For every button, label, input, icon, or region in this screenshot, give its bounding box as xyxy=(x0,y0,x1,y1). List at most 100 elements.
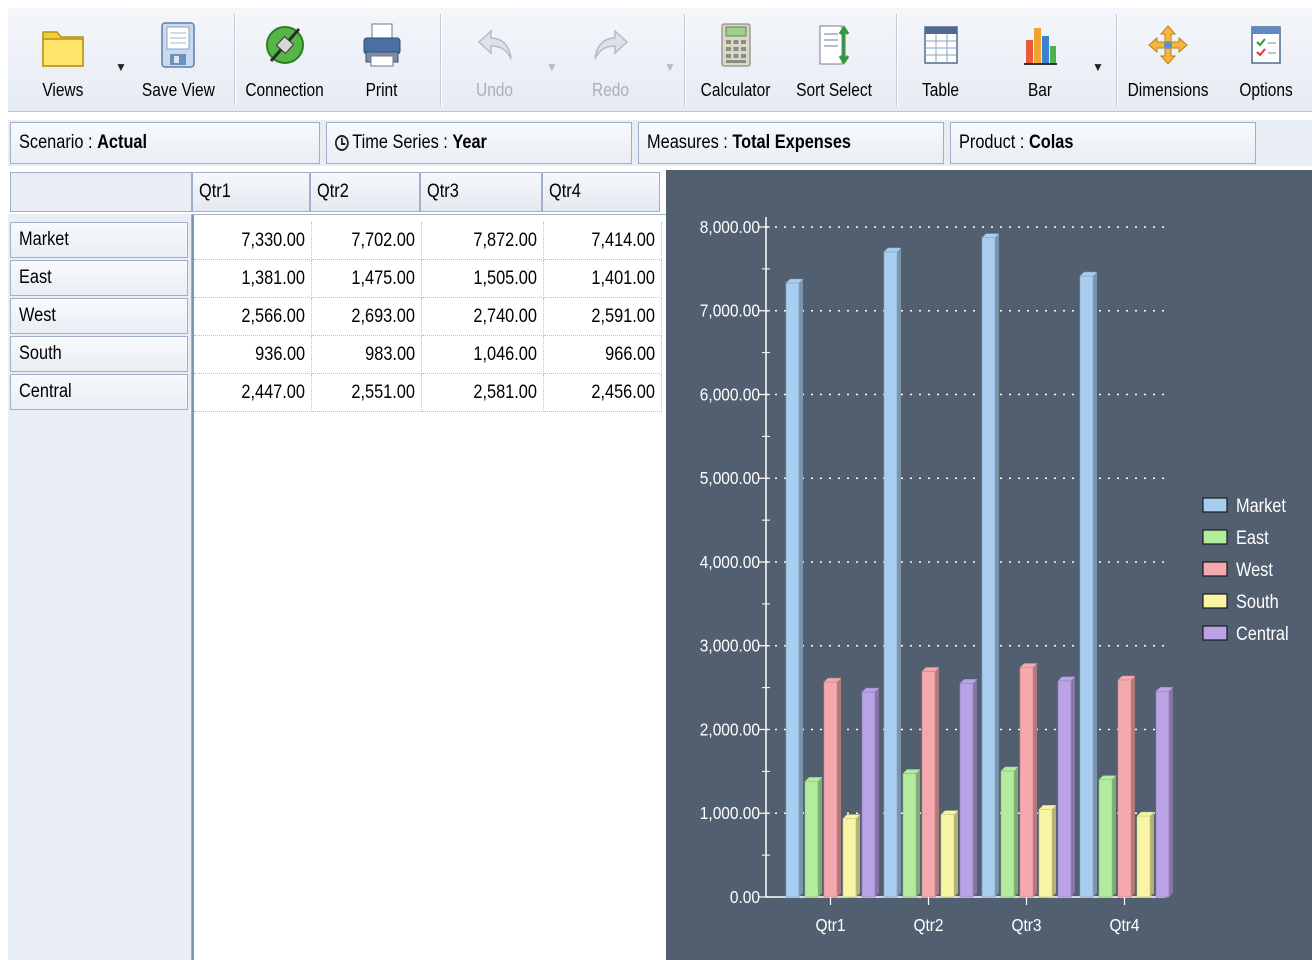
legend-item: East xyxy=(1236,527,1269,548)
bar-chart-button[interactable]: Bar xyxy=(1018,12,1062,108)
redo-button[interactable]: Redo xyxy=(584,12,638,108)
row-header-east[interactable]: East xyxy=(10,260,188,296)
toolbar-separator xyxy=(440,14,441,106)
table-cell[interactable]: 2,566.00 xyxy=(194,298,312,336)
clock-icon xyxy=(335,135,349,151)
table-cell[interactable]: 2,591.00 xyxy=(544,298,662,336)
bar xyxy=(1057,680,1072,898)
options-label: Options xyxy=(1239,80,1293,100)
save-view-button[interactable]: Save View xyxy=(140,12,216,108)
bar-side xyxy=(1071,676,1075,897)
table-cell[interactable]: 2,740.00 xyxy=(422,298,544,336)
undo-icon xyxy=(470,16,520,74)
pov-measures-key: Measures : xyxy=(647,132,728,153)
pov-measures-value: Total Expenses xyxy=(732,132,852,153)
options-icon xyxy=(1241,16,1291,74)
toolbar-separator xyxy=(1116,14,1117,106)
y-tick-label: 6,000.00 xyxy=(700,384,760,404)
column-header-qtr4[interactable]: Qtr4 xyxy=(542,172,660,212)
x-tick-label: Qtr4 xyxy=(1109,915,1139,935)
legend-item: Central xyxy=(1236,623,1289,644)
bar xyxy=(1019,667,1034,898)
data-grid: Qtr1 Qtr2 Qtr3 Qtr4 Market East West Sou… xyxy=(8,170,666,960)
bar-label: Bar xyxy=(1027,80,1053,100)
table-cell[interactable]: 936.00 xyxy=(194,336,312,374)
column-header-qtr2[interactable]: Qtr2 xyxy=(310,172,420,212)
dimensions-button[interactable]: Dimensions xyxy=(1124,12,1212,108)
table-cell[interactable]: 7,414.00 xyxy=(544,222,662,260)
pov-scenario[interactable]: Scenario : Actual xyxy=(10,122,320,164)
y-tick-label: 3,000.00 xyxy=(700,636,760,656)
bar-side xyxy=(897,247,901,897)
print-label: Print xyxy=(366,80,398,100)
pov-product[interactable]: Product : Colas xyxy=(950,122,1256,164)
calculator-button[interactable]: Calculator xyxy=(696,12,776,108)
bar xyxy=(1000,770,1015,898)
legend-swatch xyxy=(1202,529,1228,545)
row-header-west[interactable]: West xyxy=(10,298,188,334)
table-cell[interactable]: 7,872.00 xyxy=(422,222,544,260)
toolbar-separator xyxy=(896,14,897,106)
pov-bar: Scenario : Actual Time Series : Year Mea… xyxy=(8,120,1312,166)
row-header-market[interactable]: Market xyxy=(10,222,188,258)
bar xyxy=(902,773,917,898)
connection-icon xyxy=(260,16,310,74)
table-cell[interactable]: 1,475.00 xyxy=(312,260,422,298)
undo-dropdown-arrow[interactable]: ▼ xyxy=(546,60,558,74)
table-cell[interactable]: 7,330.00 xyxy=(194,222,312,260)
table-cell[interactable]: 1,381.00 xyxy=(194,260,312,298)
table-cell[interactable]: 2,693.00 xyxy=(312,298,422,336)
legend-swatch xyxy=(1202,593,1228,609)
bar-dropdown-arrow[interactable]: ▼ xyxy=(1092,60,1104,74)
y-tick-label: 0.00 xyxy=(730,887,760,907)
y-tick-label: 7,000.00 xyxy=(700,301,760,321)
bar xyxy=(1038,809,1053,898)
print-button[interactable]: Print xyxy=(354,12,410,108)
pov-time-series-key: Time Series : xyxy=(352,132,448,153)
views-dropdown-arrow[interactable]: ▼ xyxy=(115,60,127,74)
table-cell[interactable]: 2,456.00 xyxy=(544,374,662,412)
connection-button[interactable]: Connection xyxy=(244,12,326,108)
toolbar-separator xyxy=(234,14,235,106)
table-cell[interactable]: 7,702.00 xyxy=(312,222,422,260)
legend-item: South xyxy=(1236,591,1279,612)
y-tick-label: 2,000.00 xyxy=(700,719,760,739)
bar xyxy=(842,818,857,898)
bar-side xyxy=(1169,687,1173,897)
bar-side xyxy=(954,810,958,897)
sort-select-button[interactable]: Sort Select xyxy=(792,12,876,108)
bar xyxy=(940,814,955,898)
table-cell[interactable]: 1,505.00 xyxy=(422,260,544,298)
bar xyxy=(1098,779,1113,898)
folder-icon xyxy=(38,16,88,74)
bar xyxy=(1079,275,1094,898)
pov-measures[interactable]: Measures : Total Expenses xyxy=(638,122,944,164)
options-button[interactable]: Options xyxy=(1234,12,1298,108)
undo-button[interactable]: Undo xyxy=(468,12,522,108)
printer-icon xyxy=(357,16,407,74)
redo-dropdown-arrow[interactable]: ▼ xyxy=(664,60,676,74)
table-cell[interactable]: 2,447.00 xyxy=(194,374,312,412)
table-cell[interactable]: 1,401.00 xyxy=(544,260,662,298)
row-header-south[interactable]: South xyxy=(10,336,188,372)
table-cell[interactable]: 966.00 xyxy=(544,336,662,374)
sort-select-icon xyxy=(809,16,859,74)
views-button[interactable]: Views xyxy=(34,12,92,108)
pov-time-series[interactable]: Time Series : Year xyxy=(326,122,632,164)
y-tick-label: 1,000.00 xyxy=(700,803,760,823)
row-header-central[interactable]: Central xyxy=(10,374,188,410)
table-cell[interactable]: 2,551.00 xyxy=(312,374,422,412)
y-tick-label: 4,000.00 xyxy=(700,552,760,572)
pov-product-value: Colas xyxy=(1028,132,1074,153)
y-tick-label: 5,000.00 xyxy=(700,468,760,488)
table-button[interactable]: Table xyxy=(914,12,968,108)
redo-label: Redo xyxy=(592,80,630,100)
column-header-qtr3[interactable]: Qtr3 xyxy=(420,172,542,212)
column-header-qtr1[interactable]: Qtr1 xyxy=(192,172,310,212)
table-cell[interactable]: 983.00 xyxy=(312,336,422,374)
table-cell[interactable]: 1,046.00 xyxy=(422,336,544,374)
legend-item: West xyxy=(1236,559,1273,580)
calculator-label: Calculator xyxy=(701,80,771,100)
save-view-label: Save View xyxy=(141,80,215,100)
table-cell[interactable]: 2,581.00 xyxy=(422,374,544,412)
